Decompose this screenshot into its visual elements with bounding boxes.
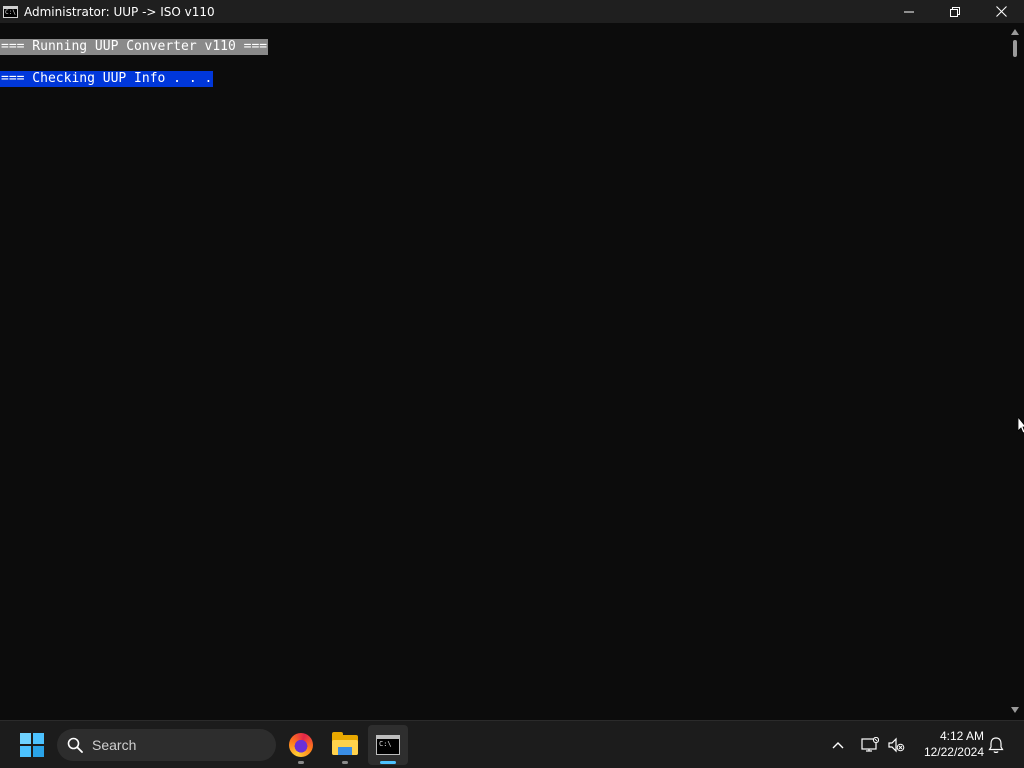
console-icon-glyph: C:\ — [5, 8, 16, 16]
windows-logo-icon — [20, 733, 44, 757]
scroll-up-arrow-icon[interactable] — [1011, 29, 1019, 35]
folder-icon — [332, 732, 358, 755]
active-indicator — [380, 761, 396, 764]
scroll-thumb[interactable] — [1013, 40, 1017, 57]
taskbar: Search C:\ 4:12 AM 12/22/2024 — [0, 720, 1024, 768]
taskbar-search-box[interactable]: Search — [57, 729, 276, 761]
show-hidden-icons-button[interactable] — [826, 733, 850, 757]
taskbar-app-firefox[interactable] — [281, 725, 321, 765]
bell-icon — [988, 737, 1004, 753]
restore-button[interactable] — [932, 0, 978, 23]
minimize-icon — [904, 11, 914, 12]
console-line-running: === Running UUP Converter v110 === — [0, 39, 269, 55]
console-output[interactable]: === Running UUP Converter v110 === === C… — [0, 23, 1006, 719]
taskbar-app-file-explorer[interactable] — [325, 725, 365, 765]
clock-time: 4:12 AM — [939, 729, 984, 743]
vertical-scrollbar[interactable] — [1006, 23, 1024, 719]
title-bar[interactable]: C:\ Administrator: UUP -> ISO v110 — [0, 0, 1024, 23]
network-status-button[interactable] — [858, 733, 882, 757]
cmd-icon-glyph: C:\ — [379, 740, 392, 748]
network-disconnected-icon — [861, 737, 879, 752]
close-icon — [995, 6, 1007, 17]
speaker-muted-icon — [888, 737, 905, 753]
search-icon — [67, 737, 83, 753]
search-placeholder: Search — [92, 737, 137, 753]
start-button[interactable] — [14, 727, 50, 763]
window-controls — [886, 0, 1024, 23]
cmd-icon: C:\ — [376, 735, 400, 755]
restore-icon — [950, 6, 960, 17]
running-indicator — [298, 761, 304, 764]
taskbar-clock[interactable]: 4:12 AM 12/22/2024 — [912, 728, 984, 760]
window-title: Administrator: UUP -> ISO v110 — [24, 4, 215, 19]
firefox-icon — [289, 733, 313, 757]
clock-date: 12/22/2024 — [923, 745, 984, 759]
chevron-up-icon — [832, 742, 844, 749]
volume-button[interactable] — [884, 733, 908, 757]
close-button[interactable] — [978, 0, 1024, 23]
taskbar-app-command-prompt[interactable]: C:\ — [368, 725, 408, 765]
running-indicator — [342, 761, 348, 764]
mouse-cursor-icon — [1018, 417, 1024, 433]
notifications-button[interactable] — [984, 733, 1008, 757]
scroll-down-arrow-icon[interactable] — [1011, 707, 1019, 713]
console-app-icon[interactable]: C:\ — [3, 5, 18, 18]
minimize-button[interactable] — [886, 0, 932, 23]
console-line-checking: === Checking UUP Info . . . — [0, 71, 214, 87]
